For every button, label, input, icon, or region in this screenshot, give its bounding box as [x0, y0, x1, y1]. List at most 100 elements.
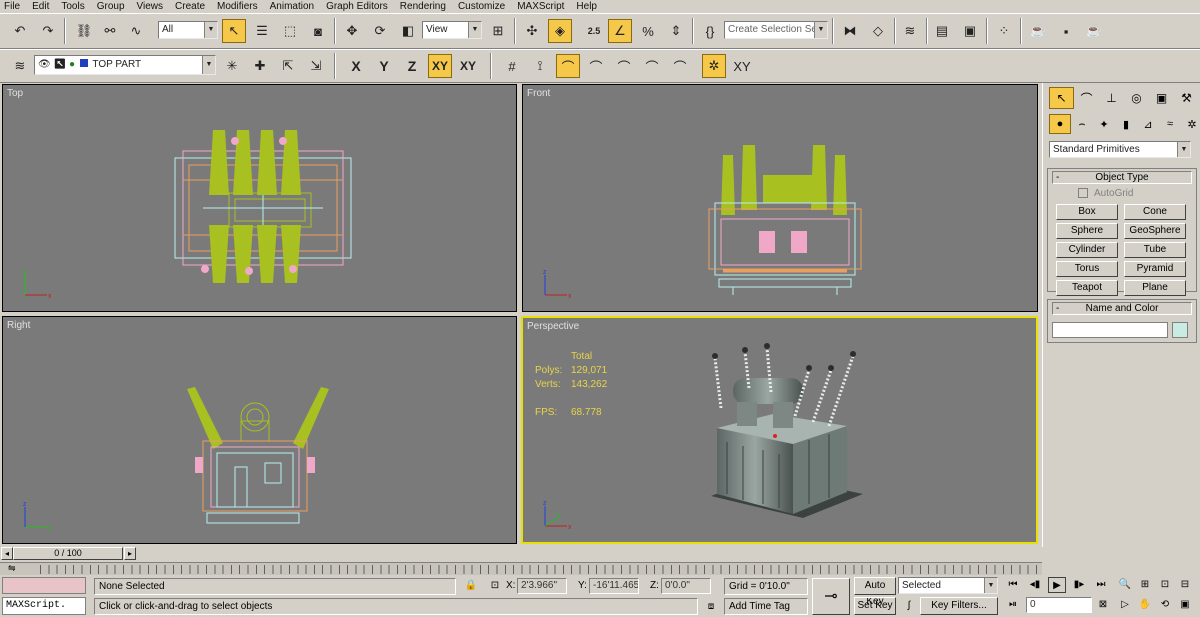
layer-dropdown[interactable]: 👁 ↖ ● TOP PART ▼	[34, 55, 216, 75]
cameras-icon[interactable]: ▮	[1115, 114, 1137, 134]
set-current-layer-icon[interactable]: ⇲	[304, 54, 328, 78]
z-coordinate-field[interactable]: 0'0.0"	[661, 578, 711, 594]
menu-modifiers[interactable]: Modifiers	[217, 1, 258, 12]
axis-xy-flyout-button[interactable]: XY	[456, 54, 480, 78]
viewport-label[interactable]: Perspective	[527, 321, 579, 332]
plane-button[interactable]: Plane	[1124, 280, 1186, 296]
snaps-toggle-icon[interactable]: 2.5	[582, 19, 606, 43]
select-object-icon[interactable]: ↖	[222, 19, 246, 43]
render-scene-icon[interactable]: ☕	[1026, 19, 1050, 43]
motion-tab-icon[interactable]: ◎	[1124, 87, 1149, 109]
viewport-perspective[interactable]: Perspective Total Polys: 129,071 Verts: 14…	[521, 316, 1038, 544]
utilities-tab-icon[interactable]: ⚒	[1174, 87, 1199, 109]
create-layer-icon[interactable]: ✳	[220, 54, 244, 78]
snap-xy-icon[interactable]: XY	[730, 54, 754, 78]
menu-views[interactable]: Views	[137, 1, 164, 12]
percent-snap-icon[interactable]: %	[636, 19, 660, 43]
menu-graph-editors[interactable]: Graph Editors	[326, 1, 388, 12]
select-by-name-icon[interactable]: ☰	[250, 19, 274, 43]
next-frame-icon[interactable]: ▮▸	[1070, 577, 1088, 593]
time-slider[interactable]: ◂ 0 / 100 ▸	[0, 546, 1042, 562]
x-coordinate-field[interactable]: 2'3.966"	[517, 578, 567, 594]
rollout-title[interactable]: - Object Type	[1052, 171, 1192, 184]
track-bar-icon[interactable]: ⇋	[8, 563, 16, 574]
menu-file[interactable]: File	[4, 1, 20, 12]
maximize-viewport-icon[interactable]: ▣	[1176, 597, 1194, 613]
material-editor-icon[interactable]: ⁘	[992, 19, 1016, 43]
key-icon[interactable]: ⊸	[812, 578, 850, 615]
rectangular-selection-icon[interactable]: ⬚	[278, 19, 302, 43]
axis-y-button[interactable]: Y	[372, 54, 396, 78]
menu-tools[interactable]: Tools	[61, 1, 84, 12]
pyramid-button[interactable]: Pyramid	[1124, 261, 1186, 277]
zoom-extents-all-icon[interactable]: ⊟	[1176, 577, 1194, 593]
selection-lock-icon[interactable]: 🔒	[462, 578, 480, 594]
lights-icon[interactable]: ✦	[1093, 114, 1115, 134]
viewport-front[interactable]: Front z	[522, 84, 1038, 312]
add-to-layer-icon[interactable]: ✚	[248, 54, 272, 78]
snap-pivot-icon[interactable]: ⟟	[528, 54, 552, 78]
zoom-icon[interactable]: 🔍	[1116, 577, 1134, 593]
select-and-rotate-icon[interactable]: ⟳	[368, 19, 392, 43]
menu-create[interactable]: Create	[175, 1, 205, 12]
menu-maxscript[interactable]: MAXScript	[517, 1, 564, 12]
box-button[interactable]: Box	[1056, 204, 1118, 220]
menu-customize[interactable]: Customize	[458, 1, 505, 12]
autogrid-checkbox[interactable]: AutoGrid	[1078, 186, 1196, 200]
cone-button[interactable]: Cone	[1124, 204, 1186, 220]
snap-endpoint-icon[interactable]: ⌒	[584, 54, 608, 78]
display-tab-icon[interactable]: ▣	[1149, 87, 1174, 109]
geosphere-button[interactable]: GeoSphere	[1124, 223, 1186, 239]
geometry-icon[interactable]: ●	[1049, 114, 1071, 134]
snap-face-icon[interactable]: ⌒	[668, 54, 692, 78]
go-to-end-icon[interactable]: ⏭	[1092, 577, 1110, 593]
axis-xy-button[interactable]: XY	[428, 54, 452, 78]
track-bar[interactable]: ⇋	[0, 562, 1042, 575]
menu-edit[interactable]: Edit	[32, 1, 49, 12]
create-tab-icon[interactable]: ↖	[1049, 87, 1074, 109]
bind-space-warp-icon[interactable]: ∿	[124, 19, 148, 43]
keyboard-shortcut-override-icon[interactable]: ◈	[548, 19, 572, 43]
teapot-button[interactable]: Teapot	[1056, 280, 1118, 296]
default-tangents-icon[interactable]: ∫	[900, 598, 918, 614]
set-key-button[interactable]: Set Key	[854, 597, 896, 615]
viewport-label[interactable]: Top	[7, 88, 23, 99]
modify-tab-icon[interactable]: ⌒	[1074, 87, 1099, 109]
cylinder-button[interactable]: Cylinder	[1056, 242, 1118, 258]
previous-frame-icon[interactable]: ◂▮	[1026, 577, 1044, 593]
object-color-swatch[interactable]	[1172, 322, 1188, 338]
mirror-icon[interactable]: ⧓	[838, 19, 862, 43]
layers-icon[interactable]: ≋	[8, 54, 32, 78]
window-crossing-icon[interactable]: ◙	[306, 19, 330, 43]
tube-button[interactable]: Tube	[1124, 242, 1186, 258]
snap-edge-icon[interactable]: ⌒	[640, 54, 664, 78]
torus-button[interactable]: Torus	[1056, 261, 1118, 277]
time-tag-icon[interactable]: ⧈	[702, 599, 720, 615]
named-selection-dropdown[interactable]: Create Selection Set ▼	[724, 21, 828, 39]
primitive-category-dropdown[interactable]: Standard Primitives ▼	[1049, 141, 1191, 158]
curve-editor-icon[interactable]: ▤	[930, 19, 954, 43]
snap-vertex-icon[interactable]: ⌒	[556, 54, 580, 78]
unlink-icon[interactable]: ⚯	[98, 19, 122, 43]
axis-z-button[interactable]: Z	[400, 54, 424, 78]
selection-filter-dropdown[interactable]: All ▼	[158, 21, 218, 39]
angle-snap-icon[interactable]: ∠	[608, 19, 632, 43]
zoom-all-icon[interactable]: ⊞	[1136, 577, 1154, 593]
pivot-center-icon[interactable]: ⊞	[486, 19, 510, 43]
redo-icon[interactable]: ↷	[36, 19, 60, 43]
layer-manager-icon[interactable]: ≋	[898, 19, 922, 43]
manipulate-icon[interactable]: ✣	[520, 19, 544, 43]
align-icon[interactable]: ◇	[866, 19, 890, 43]
spinner-snap-icon[interactable]: ⇕	[664, 19, 688, 43]
absolute-mode-icon[interactable]: ⊡	[486, 578, 504, 594]
render-last-icon[interactable]: ☕	[1082, 19, 1106, 43]
y-coordinate-field[interactable]: -16'11.465"	[589, 578, 639, 594]
key-mode-toggle-icon[interactable]: ⏯	[1004, 597, 1022, 613]
schematic-view-icon[interactable]: ▣	[958, 19, 982, 43]
snap-midpoint-icon[interactable]: ⌒	[612, 54, 636, 78]
viewport-label[interactable]: Right	[7, 320, 30, 331]
time-configuration-icon[interactable]: ⊠	[1094, 597, 1112, 613]
key-mode-dropdown[interactable]: Selected ▼	[898, 577, 998, 594]
auto-key-button[interactable]: Auto Key	[854, 577, 896, 607]
select-in-layer-icon[interactable]: ⇱	[276, 54, 300, 78]
